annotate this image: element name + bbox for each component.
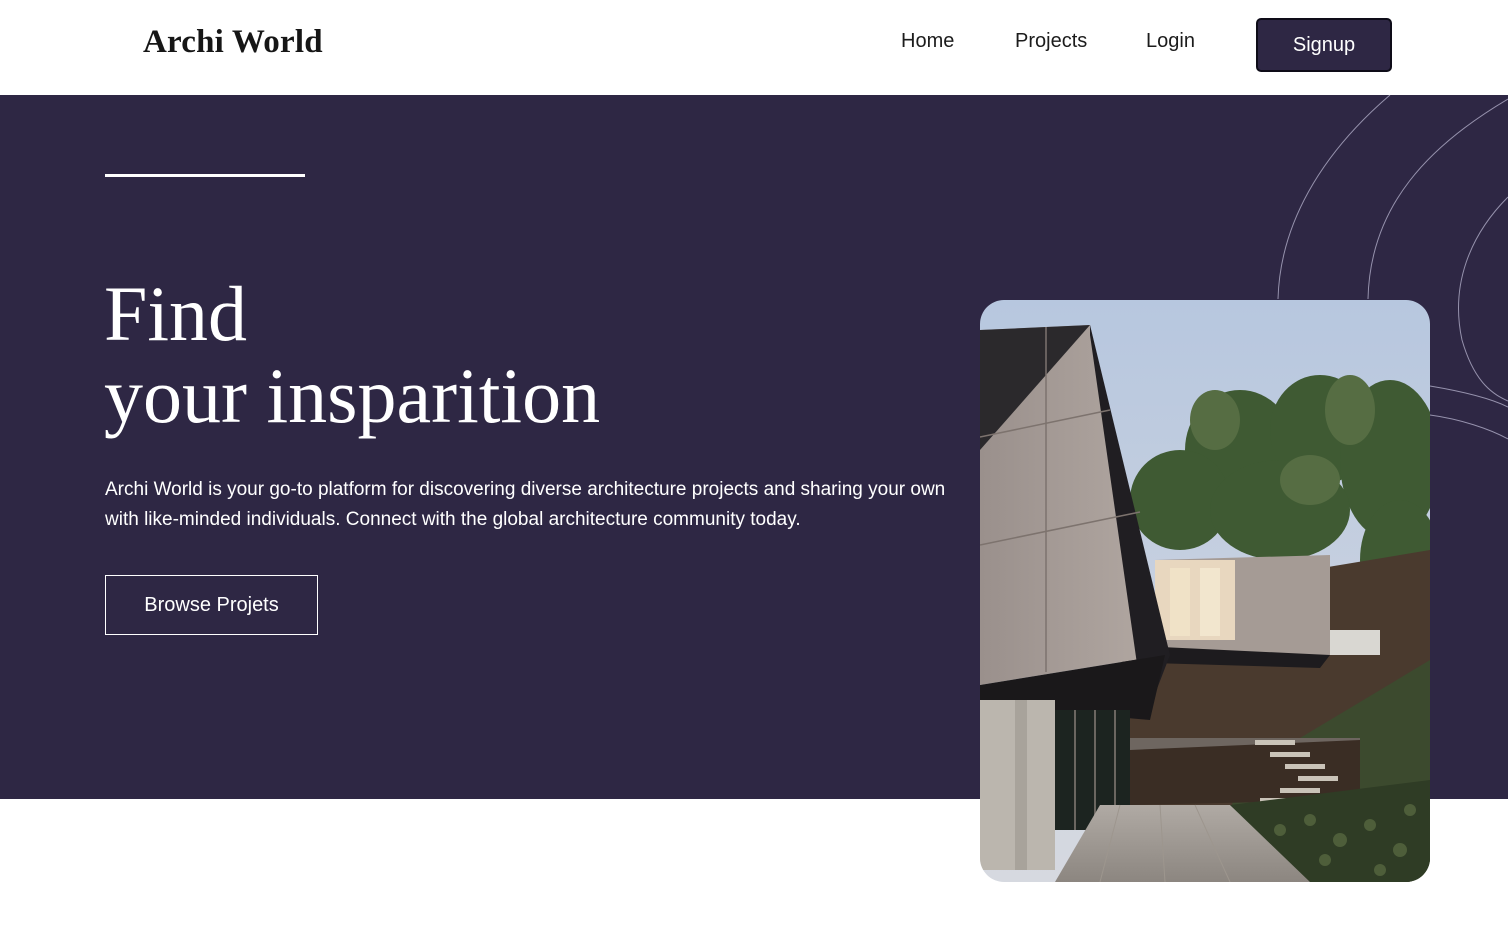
- headline-line-1: Find: [104, 270, 248, 357]
- browse-projects-button[interactable]: Browse Projets: [105, 575, 318, 635]
- nav-login-link[interactable]: Login: [1146, 30, 1195, 53]
- nav-home-link[interactable]: Home: [901, 30, 954, 53]
- headline-line-2: your insparition: [104, 352, 601, 439]
- hero-divider: [105, 174, 305, 177]
- site-header: Archi World Home Projects Login Signup: [0, 0, 1508, 95]
- logo[interactable]: Archi World: [143, 24, 323, 61]
- signup-button[interactable]: Signup: [1256, 18, 1392, 72]
- house-illustration: [980, 300, 1430, 882]
- modern-house-photo: [980, 300, 1430, 882]
- nav-projects-link[interactable]: Projects: [1015, 30, 1087, 53]
- hero-headline: Find your insparition: [104, 273, 600, 437]
- hero-description: Archi World is your go-to platform for d…: [105, 479, 946, 530]
